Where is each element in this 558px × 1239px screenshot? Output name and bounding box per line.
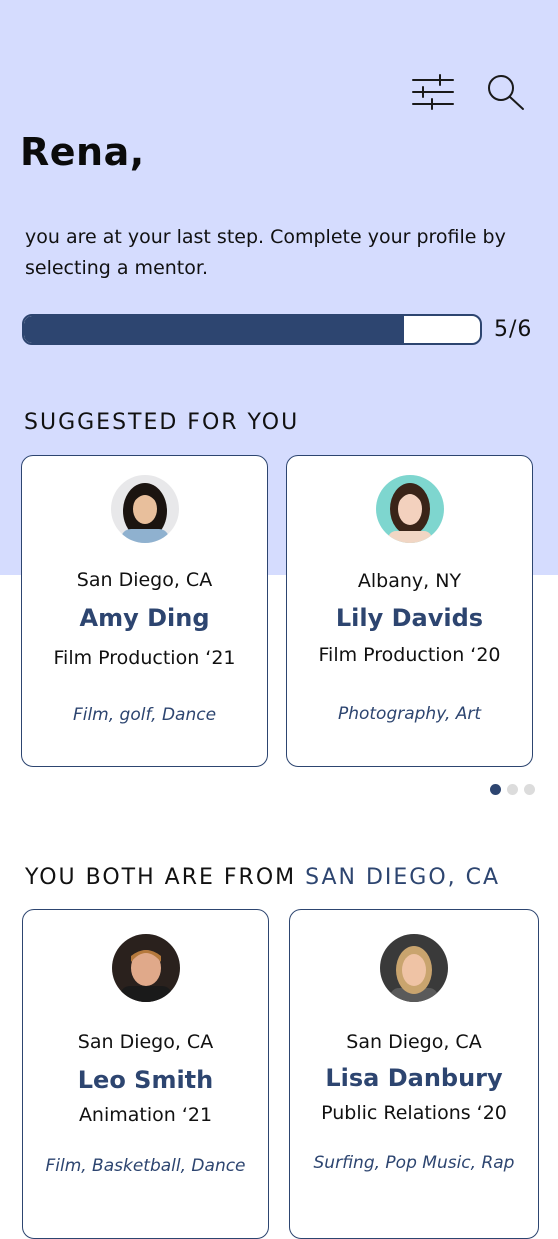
mentor-name[interactable]: Lily Davids — [287, 604, 532, 632]
mentor-major: Film Production ‘20 — [318, 644, 501, 666]
mentor-interests: Photography, Art — [337, 704, 482, 724]
avatar — [111, 934, 180, 1002]
mentor-interests: Film, golf, Dance — [72, 705, 217, 725]
mentor-card[interactable]: Albany, NY Lily Davids Film Production ‘… — [286, 455, 533, 767]
progress-label: 5/6 — [494, 317, 533, 342]
pager-dot[interactable] — [490, 784, 501, 795]
suggested-section-title: SUGGESTED FOR YOU — [24, 410, 300, 435]
mentor-name[interactable]: Amy Ding — [22, 604, 267, 632]
progress-fill — [24, 316, 404, 343]
profile-progress-bar — [22, 314, 482, 345]
avatar — [110, 475, 179, 543]
mentor-name[interactable]: Leo Smith — [23, 1066, 268, 1094]
search-icon[interactable] — [486, 74, 526, 112]
section-title-location: SAN DIEGO, CA — [305, 865, 501, 890]
mentor-major: Film Production ‘21 — [53, 647, 236, 669]
mentor-interests: Film, Basketball, Dance — [45, 1156, 246, 1176]
location-section-title: YOU BOTH ARE FROM SAN DIEGO, CA — [25, 865, 500, 890]
mentor-card[interactable]: San Diego, CA Amy Ding Film Production ‘… — [21, 455, 268, 767]
mentor-major: Public Relations ‘20 — [321, 1102, 507, 1124]
avatar — [380, 934, 448, 1002]
section-title-prefix: YOU BOTH ARE FROM — [25, 865, 306, 890]
mentor-major: Animation ‘21 — [78, 1104, 213, 1126]
avatar — [375, 475, 444, 543]
mentor-name[interactable]: Lisa Danbury — [290, 1064, 538, 1092]
mentor-location: San Diego, CA — [346, 1031, 482, 1053]
sliders-icon[interactable] — [412, 74, 454, 110]
pager-dot[interactable] — [507, 784, 518, 795]
intro-text: you are at your last step. Complete your… — [25, 226, 506, 279]
mentor-location: San Diego, CA — [76, 569, 213, 591]
mentor-card[interactable]: San Diego, CA Leo Smith Animation ‘21 Fi… — [22, 909, 269, 1239]
mentor-interests: Surfing, Pop Music, Rap — [313, 1153, 515, 1173]
mentor-location: San Diego, CA — [77, 1031, 214, 1053]
page-title: Rena, — [20, 130, 145, 174]
carousel-pager[interactable] — [490, 784, 538, 796]
pager-dot[interactable] — [524, 784, 535, 795]
mentor-location: Albany, NY — [357, 570, 462, 592]
mentor-card[interactable]: San Diego, CA Lisa Danbury Public Relati… — [289, 909, 539, 1239]
